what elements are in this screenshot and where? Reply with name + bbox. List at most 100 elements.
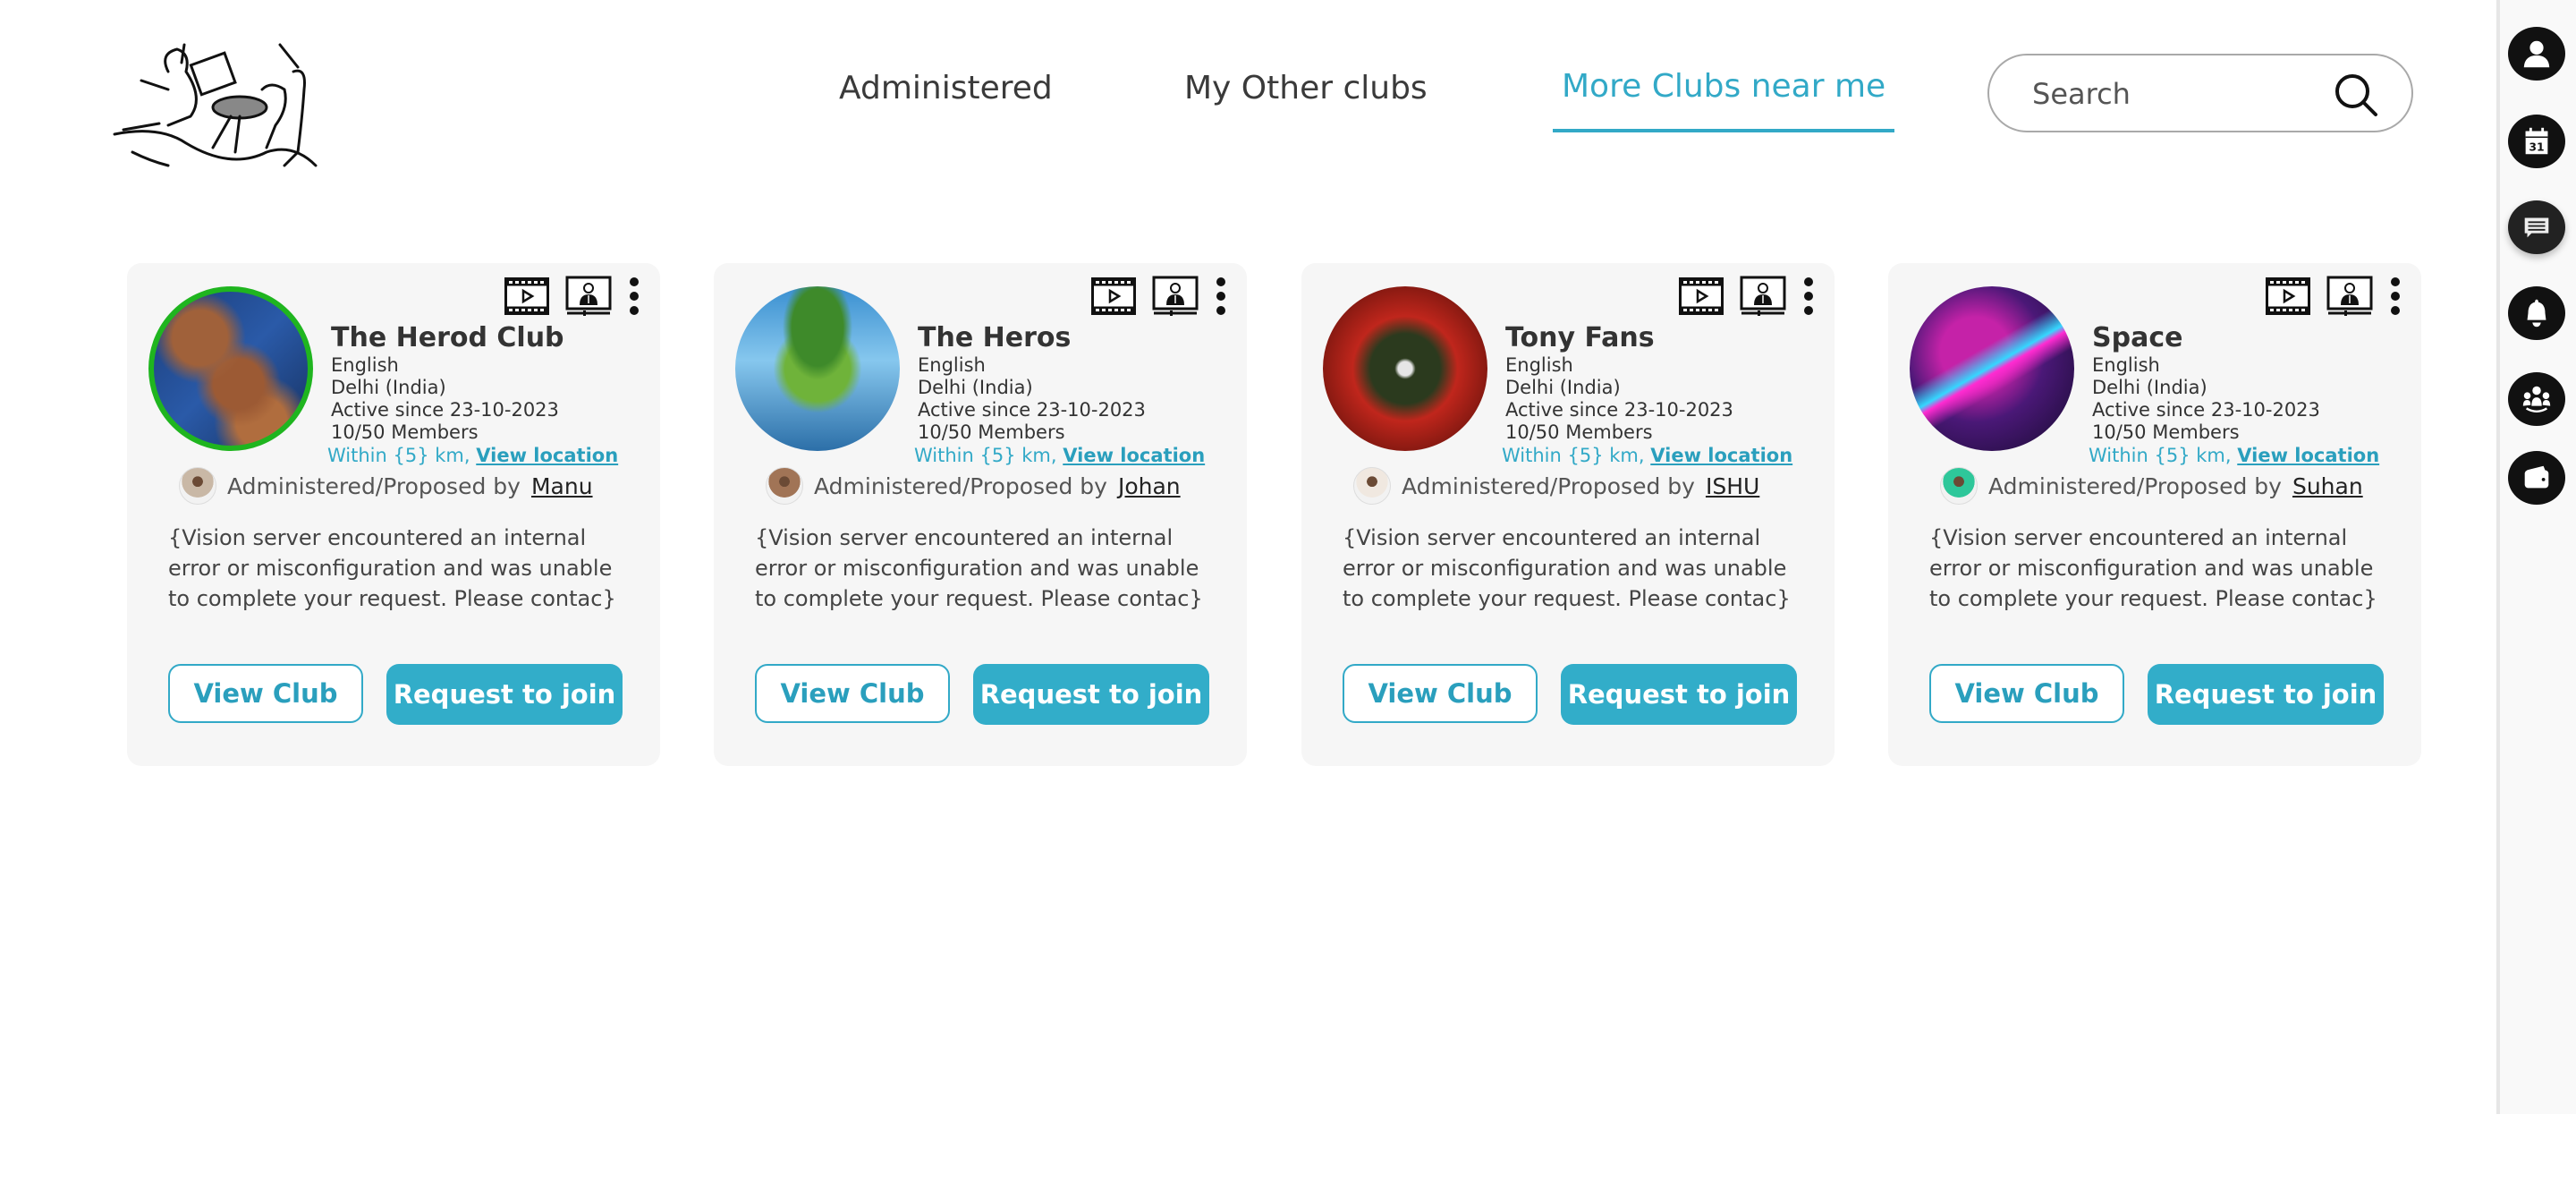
club-active-since: Active since 23-10-2023 [331, 399, 559, 421]
club-info: Space English Delhi (India) Active since… [2089, 322, 2405, 467]
tab-more-clubs-near-me[interactable]: More Clubs near me [1553, 68, 1895, 132]
view-club-button[interactable]: View Club [755, 664, 950, 723]
club-active-since: Active since 23-10-2023 [918, 399, 1146, 421]
request-to-join-button[interactable]: Request to join [386, 664, 623, 725]
request-to-join-button[interactable]: Request to join [2148, 664, 2384, 725]
club-name: The Herod Club [331, 322, 564, 353]
club-admin: Administered/Proposed by ISHU [1353, 467, 1759, 505]
admin-avatar [766, 467, 803, 505]
club-distance: Within {5} km, View location [1502, 444, 1818, 467]
tab-administered[interactable]: Administered [839, 70, 1053, 123]
presenter-icon[interactable] [2326, 276, 2373, 317]
admin-name-link[interactable]: Manu [531, 473, 593, 499]
request-to-join-button[interactable]: Request to join [1561, 664, 1797, 725]
calendar-icon: 31 [2525, 127, 2548, 155]
club-language: English [331, 354, 399, 376]
app-logo[interactable] [106, 18, 334, 179]
club-admin: Administered/Proposed by Johan [766, 467, 1181, 505]
view-club-button[interactable]: View Club [1343, 664, 1538, 723]
presenter-icon[interactable] [1740, 276, 1786, 317]
admin-prefix: Administered/Proposed by [814, 472, 1107, 499]
club-info: The Heros English Delhi (India) Active s… [914, 322, 1231, 467]
club-image[interactable] [148, 286, 313, 451]
calendar-button[interactable]: 31 [2508, 115, 2565, 168]
admin-name-link[interactable]: Johan [1118, 473, 1181, 499]
card-actions [504, 276, 640, 317]
admin-prefix: Administered/Proposed by [1402, 472, 1695, 499]
video-icon[interactable] [2266, 277, 2310, 315]
groups-button[interactable] [2508, 372, 2565, 426]
admin-avatar [179, 467, 216, 505]
view-location-link[interactable]: View location [1063, 445, 1205, 466]
club-location: Delhi (India) [2092, 377, 2207, 398]
club-description: {Vision server encountered an internal e… [168, 525, 616, 611]
club-card-1: The Herod Club English Delhi (India) Act… [127, 263, 660, 766]
distance-text: Within {5} km, [327, 445, 470, 466]
bell-icon [2527, 299, 2546, 328]
card-actions [2266, 276, 2402, 317]
profile-icon [2523, 40, 2550, 68]
card-actions [1091, 276, 1227, 317]
club-name: The Heros [918, 322, 1072, 353]
club-active-since: Active since 23-10-2023 [2092, 399, 2320, 421]
search-box [1987, 54, 2413, 132]
club-location: Delhi (India) [1505, 377, 1621, 398]
search-icon[interactable] [2333, 72, 2379, 118]
club-card-3: Tony Fans English Delhi (India) Active s… [1301, 263, 1835, 766]
search-input[interactable] [2030, 73, 2329, 115]
club-active-since: Active since 23-10-2023 [1505, 399, 1733, 421]
chat-icon [2524, 217, 2549, 238]
club-description: {Vision server encountered an internal e… [1343, 525, 1791, 611]
view-location-link[interactable]: View location [2237, 445, 2379, 466]
club-card-4: Space English Delhi (India) Active since… [1888, 263, 2421, 766]
club-distance: Within {5} km, View location [2089, 444, 2405, 467]
view-location-link[interactable]: View location [476, 445, 618, 466]
club-members: 10/50 Members [331, 421, 479, 443]
request-to-join-button[interactable]: Request to join [973, 664, 1209, 725]
distance-text: Within {5} km, [1502, 445, 1645, 466]
admin-prefix: Administered/Proposed by [1988, 472, 2282, 499]
club-image[interactable] [1323, 286, 1487, 451]
more-options-icon[interactable] [1802, 276, 1815, 316]
view-club-button[interactable]: View Club [1929, 664, 2124, 723]
more-options-icon[interactable] [628, 276, 640, 316]
club-info: The Herod Club English Delhi (India) Act… [327, 322, 644, 467]
club-language: English [1505, 354, 1573, 376]
wallet-button[interactable] [2508, 451, 2565, 505]
admin-avatar [1940, 467, 1978, 505]
club-members: 10/50 Members [2092, 421, 2240, 443]
video-icon[interactable] [1679, 277, 1724, 315]
club-admin: Administered/Proposed by Manu [179, 467, 593, 505]
distance-text: Within {5} km, [2089, 445, 2232, 466]
club-location: Delhi (India) [331, 377, 446, 398]
video-icon[interactable] [1091, 277, 1136, 315]
more-options-icon[interactable] [2389, 276, 2402, 316]
more-options-icon[interactable] [1215, 276, 1227, 316]
notifications-button[interactable] [2508, 286, 2565, 340]
video-icon[interactable] [504, 277, 549, 315]
admin-prefix: Administered/Proposed by [227, 472, 521, 499]
admin-name-link[interactable]: Suhan [2292, 473, 2363, 499]
club-distance: Within {5} km, View location [914, 444, 1231, 467]
club-admin: Administered/Proposed by Suhan [1940, 467, 2363, 505]
svg-text:31: 31 [2529, 140, 2544, 153]
view-club-button[interactable]: View Club [168, 664, 363, 723]
club-description: {Vision server encountered an internal e… [755, 525, 1203, 611]
card-actions [1679, 276, 1815, 317]
club-name: Tony Fans [1505, 322, 1655, 353]
profile-button[interactable] [2508, 27, 2565, 81]
club-image[interactable] [1910, 286, 2074, 451]
club-info: Tony Fans English Delhi (India) Active s… [1502, 322, 1818, 467]
presenter-icon[interactable] [1152, 276, 1199, 317]
view-location-link[interactable]: View location [1650, 445, 1792, 466]
tab-my-other-clubs[interactable]: My Other clubs [1184, 70, 1428, 123]
club-members: 10/50 Members [1505, 421, 1653, 443]
messages-button[interactable] [2508, 200, 2565, 254]
admin-avatar [1353, 467, 1391, 505]
group-icon [2522, 386, 2551, 413]
presenter-icon[interactable] [565, 276, 612, 317]
club-image[interactable] [735, 286, 900, 451]
club-location: Delhi (India) [918, 377, 1033, 398]
admin-name-link[interactable]: ISHU [1706, 473, 1759, 499]
club-description: {Vision server encountered an internal e… [1929, 525, 2377, 611]
